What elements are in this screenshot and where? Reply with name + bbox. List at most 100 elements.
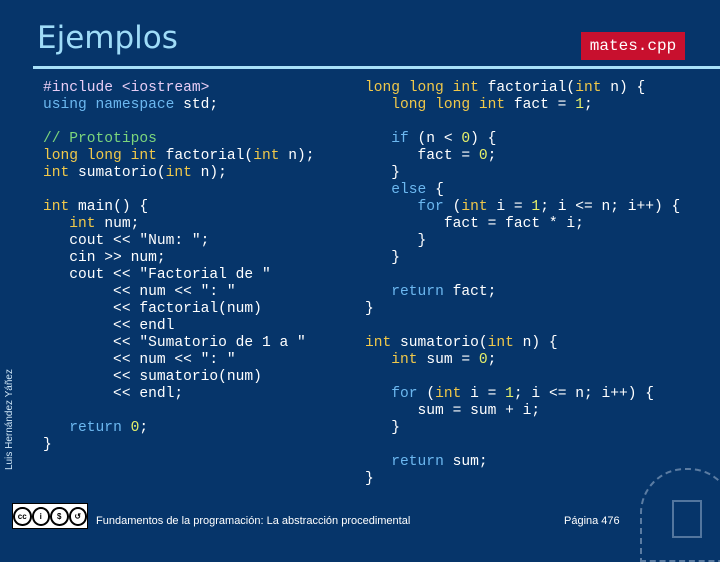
code-token: << num << ": " <box>43 352 236 368</box>
code-token: return <box>69 420 122 436</box>
code-token: (n < <box>408 131 462 147</box>
code-line: else { <box>365 182 680 199</box>
code-line: } <box>43 437 315 454</box>
author-vertical-text: Luis Hernández Yáñez <box>4 369 15 470</box>
code-token: factorial( <box>478 80 576 96</box>
code-line: if (n < 0) { <box>365 131 680 148</box>
code-line: return 0; <box>43 420 315 437</box>
code-token: int <box>435 386 462 402</box>
code-line: } <box>365 420 680 437</box>
code-token: } <box>365 250 401 266</box>
code-line: sum = sum + i; <box>365 403 680 420</box>
code-token: fact; <box>443 284 497 300</box>
code-token: i = <box>461 386 506 402</box>
code-line: } <box>365 250 680 267</box>
code-line: cin >> num; <box>43 250 315 267</box>
code-token: for <box>417 199 444 215</box>
code-token: << endl <box>43 318 175 334</box>
code-line: fact = 0; <box>365 148 680 165</box>
code-token: int <box>365 335 392 351</box>
code-token: int <box>391 352 418 368</box>
code-token: 0 <box>478 148 488 164</box>
by-icon: i <box>31 506 50 526</box>
code-token: sum = <box>417 352 479 368</box>
code-token: int <box>43 199 70 215</box>
code-token: main() { <box>69 199 149 215</box>
code-token: int <box>253 148 280 164</box>
code-token: long long int <box>365 80 479 96</box>
slide-title: Ejemplos <box>37 20 178 56</box>
code-token: } <box>365 471 374 487</box>
code-token: i = <box>487 199 532 215</box>
code-token: int <box>43 165 70 181</box>
code-right-column: long long int factorial(int n) { long lo… <box>365 80 680 488</box>
code-token: << sumatorio(num) <box>43 369 262 385</box>
nc-icon: $ <box>50 506 69 526</box>
code-line: return sum; <box>365 454 680 471</box>
code-line: } <box>365 165 680 182</box>
code-line: for (int i = 1; i <= n; i++) { <box>365 386 680 403</box>
code-line: int sum = 0; <box>365 352 680 369</box>
code-token: sum = sum + i; <box>365 403 541 419</box>
code-token: cout << "Factorial de " <box>43 267 271 283</box>
code-line: int sumatorio(int n) { <box>365 335 680 352</box>
filename-badge: mates.cpp <box>581 32 685 60</box>
code-token: 1 <box>505 386 514 402</box>
code-token: ; i <= n; i++) { <box>513 386 655 402</box>
code-token: int <box>487 335 514 351</box>
code-token: #include <iostream> <box>43 80 210 96</box>
code-token: else <box>391 182 427 198</box>
code-line: cout << "Num: "; <box>43 233 315 250</box>
code-line: long long int fact = 1; <box>365 97 680 114</box>
code-token: fact = <box>365 148 479 164</box>
title-underline <box>33 66 720 69</box>
code-line: // Prototipos <box>43 131 315 148</box>
code-line: << num << ": " <box>43 352 315 369</box>
code-line: int main() { <box>43 199 315 216</box>
university-crest-logo <box>640 468 720 562</box>
code-token: if <box>391 131 409 147</box>
code-line: } <box>365 233 680 250</box>
code-line: << sumatorio(num) <box>43 369 315 386</box>
code-token: ( <box>417 386 436 402</box>
code-line: fact = fact * i; <box>365 216 680 233</box>
code-line: } <box>365 471 680 488</box>
code-line: << endl <box>43 318 315 335</box>
code-line: << "Sumatorio de 1 a " <box>43 335 315 352</box>
code-token: } <box>365 420 401 436</box>
code-token: int <box>165 165 192 181</box>
code-line: long long int factorial(int n); <box>43 148 315 165</box>
code-token: // Prototipos <box>43 131 157 147</box>
code-token: 0 <box>461 131 471 147</box>
code-token: ; <box>583 97 593 113</box>
code-line: return fact; <box>365 284 680 301</box>
code-line: cout << "Factorial de " <box>43 267 315 284</box>
code-token: ( <box>443 199 462 215</box>
code-token: << "Sumatorio de 1 a " <box>43 335 306 351</box>
code-line: << num << ": " <box>43 284 315 301</box>
creative-commons-license-icon[interactable]: cc i $ ↺ <box>12 503 88 529</box>
code-token: << endl; <box>43 386 184 402</box>
code-token: { <box>426 182 444 198</box>
code-token: long long int <box>391 97 506 113</box>
code-token: } <box>365 233 427 249</box>
code-line: int sumatorio(int n); <box>43 165 315 182</box>
code-token: return <box>391 284 444 300</box>
code-token: ; i <= n; i++) { <box>540 199 681 215</box>
code-token: sum; <box>443 454 488 470</box>
code-token: } <box>43 437 52 453</box>
